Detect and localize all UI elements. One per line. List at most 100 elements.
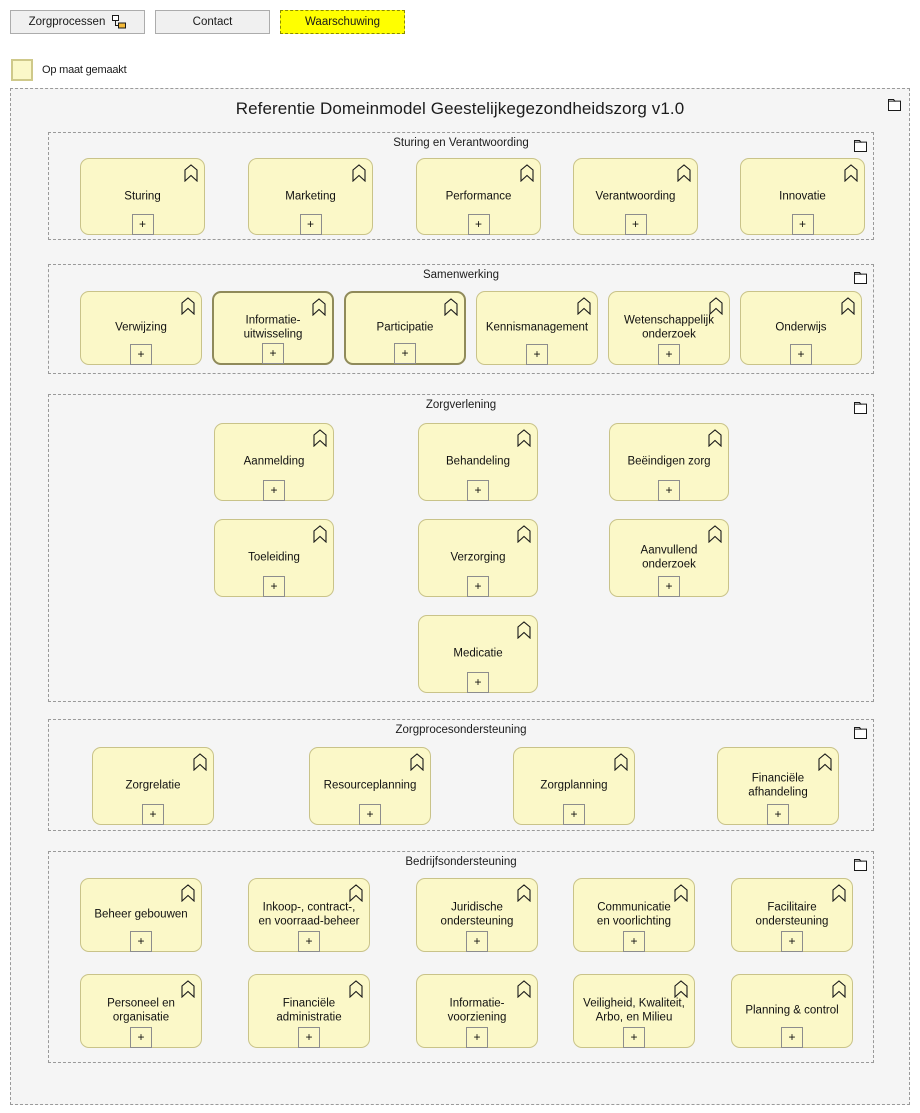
element-card-label: Informatie- uitwisseling (243, 314, 303, 341)
expand-button[interactable]: + (130, 1027, 152, 1048)
business-function-icon (517, 980, 531, 999)
expand-button[interactable]: + (298, 1027, 320, 1048)
element-card[interactable]: Performance + (416, 158, 541, 235)
legend-label: Op maat gemaakt (42, 64, 127, 76)
element-card[interactable]: Zorgplanning + (513, 747, 635, 825)
legend: Op maat gemaakt (11, 59, 127, 81)
expand-button[interactable]: + (263, 576, 285, 597)
element-card-label: Marketing (285, 190, 336, 203)
group-sturing-en-verantwoording[interactable]: Sturing en Verantwoording Sturing + Marketi… (48, 132, 874, 240)
element-card[interactable]: Verwijzing + (80, 291, 202, 365)
element-card[interactable]: Juridische ondersteuning + (416, 878, 538, 952)
business-function-icon (313, 525, 327, 544)
expand-button[interactable]: + (467, 214, 490, 235)
business-function-icon (313, 429, 327, 448)
expand-button[interactable]: + (262, 343, 284, 364)
group-title: Bedrijfsondersteuning (405, 856, 517, 868)
element-card[interactable]: Zorgrelatie + (92, 747, 214, 825)
element-card-label: Informatie- voorziening (447, 997, 507, 1024)
toolbar: Zorgprocessen Contact Waarschuwing (10, 10, 405, 34)
expand-button[interactable]: + (658, 344, 680, 365)
element-card-label: Financiële afhandeling (748, 772, 808, 799)
business-function-icon (708, 525, 722, 544)
element-card-label: Personeel en organisatie (107, 997, 175, 1024)
element-card[interactable]: Behandeling + (418, 423, 538, 501)
expand-button[interactable]: + (790, 344, 812, 365)
element-card[interactable]: Financiële afhandeling + (717, 747, 839, 825)
expand-button[interactable]: + (467, 576, 489, 597)
expand-button[interactable]: + (467, 480, 489, 501)
element-card[interactable]: Toeleiding + (214, 519, 334, 597)
expand-button[interactable]: + (467, 672, 489, 693)
element-card-label: Participatie (376, 321, 434, 334)
element-card[interactable]: Aanmelding + (214, 423, 334, 501)
expand-button[interactable]: + (781, 931, 803, 952)
element-card-label: Beheer gebouwen (94, 908, 188, 921)
expand-button[interactable]: + (466, 1027, 488, 1048)
expand-button[interactable]: + (130, 344, 152, 365)
element-card-label: Sturing (124, 190, 161, 203)
business-function-icon (832, 980, 846, 999)
business-function-icon (181, 884, 195, 903)
element-card[interactable]: Onderwijs + (740, 291, 862, 365)
group-samenwerking[interactable]: Samenwerking Verwijzing + Informatie- uitwi… (48, 264, 874, 374)
business-function-icon (193, 753, 207, 772)
element-card[interactable]: Medicatie + (418, 615, 538, 693)
toolbar-button-contact[interactable]: Contact (155, 10, 270, 34)
element-card[interactable]: Participatie + (344, 291, 466, 365)
toolbar-button-zorgprocessen[interactable]: Zorgprocessen (10, 10, 145, 34)
diagram-canvas[interactable]: Referentie Domeinmodel Geestelijkegezond… (10, 88, 910, 1105)
group-zorgprocesondersteuning[interactable]: Zorgprocesondersteuning Zorgrelatie + Resou… (48, 719, 874, 831)
expand-button[interactable]: + (299, 214, 322, 235)
element-card[interactable]: Veiligheid, Kwaliteit, Arbo, en Milieu + (573, 974, 695, 1048)
expand-button[interactable]: + (298, 931, 320, 952)
element-card-label: Onderwijs (775, 321, 827, 334)
element-card[interactable]: Aanvullend onderzoek + (609, 519, 729, 597)
expand-button[interactable]: + (791, 214, 814, 235)
element-card[interactable]: Financiële administratie + (248, 974, 370, 1048)
expand-button[interactable]: + (658, 480, 680, 501)
expand-button[interactable]: + (394, 343, 416, 364)
element-card-label: Zorgplanning (540, 779, 608, 792)
element-card-label: Aanmelding (243, 455, 305, 468)
element-card[interactable]: Informatie- uitwisseling + (212, 291, 334, 365)
expand-button[interactable]: + (466, 931, 488, 952)
expand-button[interactable]: + (624, 214, 647, 235)
expand-button[interactable]: + (130, 931, 152, 952)
element-card[interactable]: Informatie- voorziening + (416, 974, 538, 1048)
element-card[interactable]: Verantwoording + (573, 158, 698, 235)
expand-button[interactable]: + (658, 576, 680, 597)
element-card-label: Juridische ondersteuning (440, 901, 514, 928)
element-card[interactable]: Beëindigen zorg + (609, 423, 729, 501)
element-card[interactable]: Resourceplanning + (309, 747, 431, 825)
element-card[interactable]: Verzorging + (418, 519, 538, 597)
element-card-label: Zorgrelatie (125, 779, 181, 792)
business-function-icon (410, 753, 424, 772)
element-card-label: Behandeling (446, 455, 510, 468)
element-card[interactable]: Inkoop-, contract-, en voorraad-beheer + (248, 878, 370, 952)
element-card[interactable]: Innovatie + (740, 158, 865, 235)
group-bedrijfsondersteuning[interactable]: Bedrijfsondersteuning Beheer gebouwen + Ink… (48, 851, 874, 1063)
element-card[interactable]: Personeel en organisatie + (80, 974, 202, 1048)
element-card[interactable]: Kennismanagement + (476, 291, 598, 365)
element-card[interactable]: Sturing + (80, 158, 205, 235)
group-zorgverlening[interactable]: Zorgverlening Aanmelding + Behandeling + Beëi… (48, 394, 874, 702)
expand-button[interactable]: + (563, 804, 585, 825)
expand-button[interactable]: + (623, 1027, 645, 1048)
expand-button[interactable]: + (781, 1027, 803, 1048)
expand-button[interactable]: + (767, 804, 789, 825)
element-card[interactable]: Communicatie en voorlichting + (573, 878, 695, 952)
element-card[interactable]: Facilitaire ondersteuning + (731, 878, 853, 952)
expand-button[interactable]: + (142, 804, 164, 825)
toolbar-button-waarschuwing[interactable]: Waarschuwing (280, 10, 405, 34)
expand-button[interactable]: + (526, 344, 548, 365)
element-card[interactable]: Planning & control + (731, 974, 853, 1048)
expand-button[interactable]: + (263, 480, 285, 501)
element-card[interactable]: Wetenschappelijk onderzoek + (608, 291, 730, 365)
expand-button[interactable]: + (623, 931, 645, 952)
element-card[interactable]: Marketing + (248, 158, 373, 235)
expand-button[interactable]: + (359, 804, 381, 825)
element-card[interactable]: Beheer gebouwen + (80, 878, 202, 952)
expand-button[interactable]: + (131, 214, 154, 235)
element-card-label: Resourceplanning (323, 779, 417, 792)
